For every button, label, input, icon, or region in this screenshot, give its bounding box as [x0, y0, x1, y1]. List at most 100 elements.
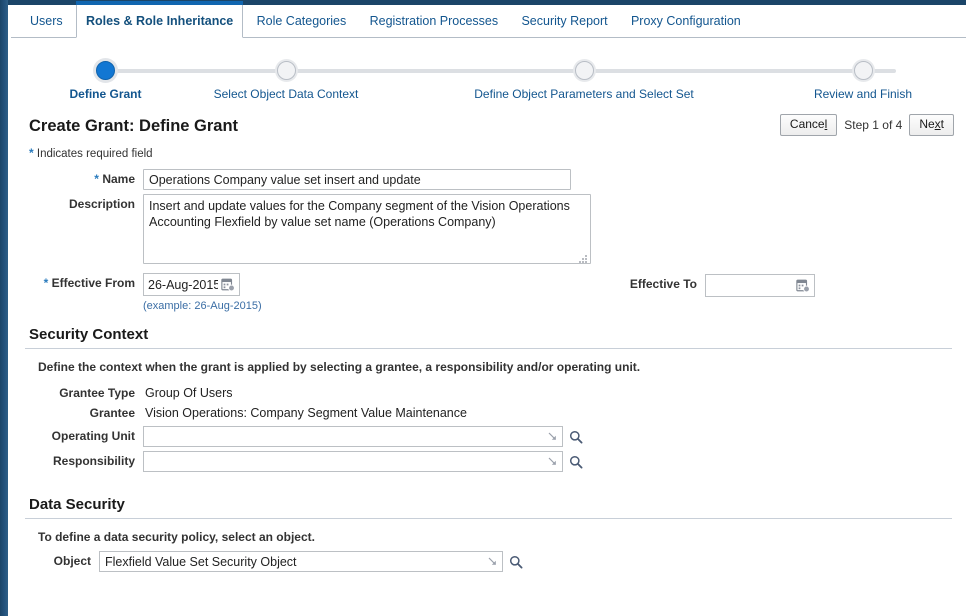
name-control — [143, 169, 571, 190]
description-control — [143, 194, 591, 267]
step-counter: Step 1 of 4 — [844, 118, 903, 132]
tab-label: Users — [30, 14, 63, 28]
train-step-review-and-finish[interactable]: Review and Finish — [783, 49, 943, 101]
cancel-button-accesskey: l — [824, 117, 828, 131]
object-control — [99, 551, 523, 572]
required-asterisk-icon: * — [29, 146, 34, 160]
train-step-label: Define Object Parameters and Select Set — [474, 87, 694, 101]
field-row-responsibility: Responsibility — [11, 451, 966, 472]
tab-label: Registration Processes — [369, 14, 499, 28]
security-context-divider — [25, 348, 952, 349]
next-button[interactable]: Next — [909, 114, 954, 136]
tab-users[interactable]: Users — [20, 5, 73, 38]
object-field — [99, 551, 503, 572]
train-step-define-object-parameters[interactable]: Define Object Parameters and Select Set — [454, 49, 714, 101]
train-step-label: Select Object Data Context — [213, 87, 359, 101]
effective-from-control: (example: 26-Aug-2015) — [143, 273, 262, 312]
data-security-divider — [25, 518, 952, 519]
train-step-dot-icon — [574, 61, 594, 80]
name-label-text: Name — [102, 172, 135, 186]
header-actions: Cancel Step 1 of 4 Next — [779, 114, 954, 136]
train-step-label: Review and Finish — [813, 87, 913, 101]
operating-unit-label: Operating Unit — [51, 429, 135, 443]
effective-from-input[interactable] — [144, 274, 220, 295]
security-context-description: Define the context when the grant is app… — [38, 360, 641, 374]
grantee-type-value: Group Of Users — [145, 386, 233, 400]
name-input[interactable] — [143, 169, 571, 190]
object-label: Object — [53, 554, 91, 568]
name-label: * Name — [11, 169, 143, 189]
responsibility-field — [143, 451, 563, 472]
page-content: Users Roles & Role Inheritance Role Cate… — [11, 1, 966, 616]
tab-label: Proxy Configuration — [630, 14, 741, 28]
required-note-text: Indicates required field — [36, 148, 153, 160]
required-asterisk-icon: * — [43, 276, 49, 290]
operating-unit-field — [143, 426, 563, 447]
effective-to-label-text: Effective To — [629, 277, 697, 291]
effective-to-field — [705, 274, 815, 297]
object-input[interactable] — [100, 552, 487, 571]
define-grant-form: * Name Description — [11, 169, 966, 312]
tab-registration-processes[interactable]: Registration Processes — [360, 5, 509, 38]
responsibility-label: Responsibility — [52, 454, 135, 468]
field-row-grantee: Grantee Vision Operations: Company Segme… — [11, 403, 966, 423]
tab-proxy-configuration[interactable]: Proxy Configuration — [621, 5, 751, 38]
description-label: Description — [11, 194, 143, 214]
tab-label: Security Report — [521, 14, 608, 28]
train-step-dot-icon — [853, 61, 873, 80]
required-field-note: * Indicates required field — [29, 146, 966, 160]
effective-from-hint: (example: 26-Aug-2015) — [143, 300, 262, 312]
effective-from-label: * Effective From — [11, 273, 143, 293]
calendar-icon[interactable] — [796, 278, 810, 293]
tab-security-report[interactable]: Security Report — [511, 5, 617, 38]
operating-unit-input[interactable] — [144, 427, 547, 446]
effective-from-field — [143, 273, 240, 296]
effective-from-label-text: Effective From — [51, 276, 135, 290]
grantee-label: Grantee — [89, 406, 135, 420]
calendar-icon[interactable] — [221, 277, 235, 292]
page-header: Create Grant: Define Grant Cancel Step 1… — [29, 114, 960, 140]
grantee-value: Vision Operations: Company Segment Value… — [145, 406, 467, 420]
search-icon[interactable] — [569, 430, 583, 444]
cancel-button[interactable]: Cancel — [779, 114, 838, 136]
window-left-chrome — [0, 0, 8, 616]
train-step-label: Define Grant — [69, 87, 142, 101]
lov-dropdown-arrow-icon[interactable] — [487, 556, 498, 567]
data-security-form: Object — [11, 551, 966, 572]
required-asterisk-icon: * — [94, 172, 99, 186]
main-tab-bar: Users Roles & Role Inheritance Role Cate… — [11, 1, 966, 38]
field-row-effective-dates: * Effective From 26-Aug-2015 (example: 2… — [11, 273, 966, 312]
application-window: Users Roles & Role Inheritance Role Cate… — [0, 0, 966, 616]
train-step-define-grant[interactable]: Define Grant — [53, 49, 158, 101]
field-row-name: * Name — [11, 169, 966, 190]
next-button-label: Ne — [919, 117, 935, 131]
field-row-operating-unit: Operating Unit — [11, 426, 966, 447]
cancel-button-label: Cance — [789, 117, 825, 131]
train-step-select-object-data-context[interactable]: Select Object Data Context — [211, 49, 361, 101]
lov-dropdown-arrow-icon[interactable] — [547, 431, 558, 442]
tab-label: Role Categories — [256, 14, 347, 28]
operating-unit-control — [143, 426, 583, 447]
train-step-dot-icon — [276, 61, 296, 80]
effective-to-label: Effective To — [619, 274, 705, 294]
tab-role-categories[interactable]: Role Categories — [247, 5, 357, 38]
data-security-heading: Data Security — [29, 496, 125, 513]
field-row-grantee-type: Grantee Type Group Of Users — [11, 383, 966, 403]
tab-roles-and-role-inheritance[interactable]: Roles & Role Inheritance — [76, 1, 244, 38]
description-textarea[interactable] — [143, 194, 591, 264]
data-security-description: To define a data security policy, select… — [38, 530, 315, 544]
field-row-object: Object — [11, 551, 966, 572]
search-icon[interactable] — [509, 555, 523, 569]
responsibility-input[interactable] — [144, 452, 547, 471]
next-button-label-end: t — [940, 117, 944, 131]
grantee-type-label: Grantee Type — [59, 386, 135, 400]
train-step-dot-icon — [96, 61, 115, 80]
wizard-train: Define Grant Select Object Data Context … — [11, 49, 966, 107]
lov-dropdown-arrow-icon[interactable] — [547, 456, 558, 467]
security-context-form: Grantee Type Group Of Users Grantee Visi… — [11, 383, 966, 472]
search-icon[interactable] — [569, 455, 583, 469]
description-label-text: Description — [68, 197, 135, 211]
tab-label: Roles & Role Inheritance — [86, 14, 234, 28]
effective-to-input[interactable] — [706, 275, 794, 296]
effective-to-group: Effective To — [619, 274, 815, 297]
